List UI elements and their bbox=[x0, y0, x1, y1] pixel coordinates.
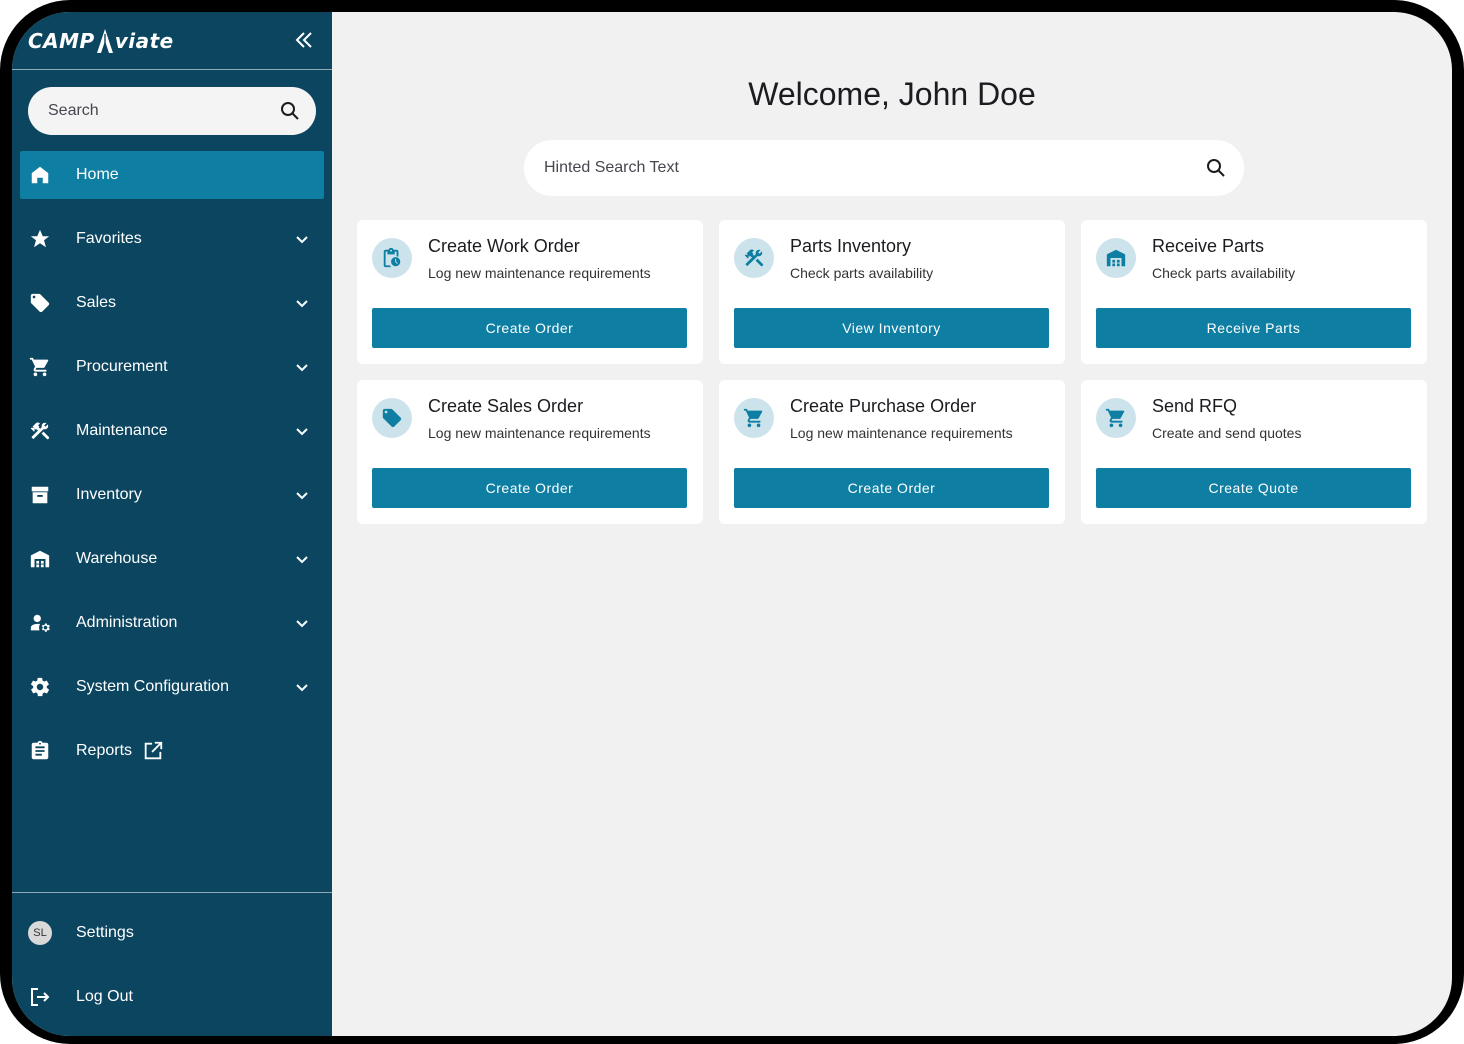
receive-parts-button[interactable]: Receive Parts bbox=[1096, 308, 1411, 348]
create-purchase-order-button[interactable]: Create Order bbox=[734, 468, 1049, 508]
chevron-down-icon[interactable] bbox=[290, 675, 314, 699]
settings-button[interactable]: SL Settings bbox=[20, 909, 324, 957]
main-content: Welcome, John Doe Hinted Search Text Cre… bbox=[332, 12, 1452, 1036]
sidebar-item-label: Maintenance bbox=[76, 422, 168, 439]
clipboard-icon bbox=[28, 739, 52, 763]
card-receive-parts: Receive Parts Check parts availability R… bbox=[1081, 220, 1427, 364]
chevron-down-icon[interactable] bbox=[290, 547, 314, 571]
card-subtitle: Create and send quotes bbox=[1152, 425, 1302, 441]
page-title: Welcome, John Doe bbox=[748, 76, 1036, 112]
card-subtitle: Log new maintenance requirements bbox=[428, 425, 651, 441]
card-create-purchase-order: Create Purchase Order Log new maintenanc… bbox=[719, 380, 1065, 524]
sidebar-item-label: System Configuration bbox=[76, 678, 229, 695]
screen: CAMP viate Search Home Favorites Sales P… bbox=[12, 12, 1452, 1036]
logout-button[interactable]: Log Out bbox=[20, 973, 324, 1021]
tools-icon bbox=[734, 238, 774, 278]
logo-text-left: CAMP bbox=[28, 29, 95, 53]
tools-icon bbox=[28, 419, 52, 443]
card-parts-inventory: Parts Inventory Check parts availability… bbox=[719, 220, 1065, 364]
logout-label: Log Out bbox=[76, 988, 133, 1005]
chevron-down-icon[interactable] bbox=[290, 291, 314, 315]
cart-icon bbox=[734, 398, 774, 438]
main-search-input[interactable]: Hinted Search Text bbox=[524, 140, 1244, 196]
sidebar-item-system-configuration[interactable]: System Configuration bbox=[20, 663, 324, 711]
tag-icon bbox=[372, 398, 412, 438]
card-subtitle: Log new maintenance requirements bbox=[790, 425, 1013, 441]
sidebar-item-maintenance[interactable]: Maintenance bbox=[20, 407, 324, 455]
sidebar-item-label: Administration bbox=[76, 614, 178, 631]
sidebar-item-inventory[interactable]: Inventory bbox=[20, 471, 324, 519]
sidebar-item-label: Inventory bbox=[76, 486, 142, 503]
sidebar-item-home[interactable]: Home bbox=[20, 151, 324, 199]
sidebar-item-warehouse[interactable]: Warehouse bbox=[20, 535, 324, 583]
view-inventory-button[interactable]: View Inventory bbox=[734, 308, 1049, 348]
create-work-order-button[interactable]: Create Order bbox=[372, 308, 687, 348]
card-subtitle: Log new maintenance requirements bbox=[428, 265, 651, 281]
sidebar-item-sales[interactable]: Sales bbox=[20, 279, 324, 327]
main-search-placeholder: Hinted Search Text bbox=[544, 159, 679, 176]
collapse-sidebar-icon[interactable] bbox=[292, 28, 316, 52]
chevron-down-icon[interactable] bbox=[290, 483, 314, 507]
card-subtitle: Check parts availability bbox=[1152, 265, 1296, 281]
logo-mark-icon bbox=[96, 29, 113, 53]
sidebar-item-reports[interactable]: Reports bbox=[20, 727, 324, 775]
device-frame: CAMP viate Search Home Favorites Sales P… bbox=[0, 0, 1464, 1044]
sidebar: CAMP viate Search Home Favorites Sales P… bbox=[12, 12, 332, 1036]
card-subtitle: Check parts availability bbox=[790, 265, 934, 281]
sidebar-item-procurement[interactable]: Procurement bbox=[20, 343, 324, 391]
chevron-down-icon[interactable] bbox=[290, 611, 314, 635]
star-icon bbox=[28, 227, 52, 251]
card-title: Create Purchase Order bbox=[790, 396, 977, 416]
logout-icon bbox=[31, 988, 50, 1006]
search-icon[interactable] bbox=[1204, 156, 1228, 180]
gear-icon bbox=[28, 675, 52, 699]
settings-label: Settings bbox=[76, 924, 134, 941]
sidebar-item-administration[interactable]: Administration bbox=[20, 599, 324, 647]
brand-bar: CAMP viate bbox=[12, 12, 332, 70]
sidebar-item-favorites[interactable]: Favorites bbox=[20, 215, 324, 263]
sidebar-footer: SL Settings Log Out bbox=[12, 892, 332, 1036]
card-title: Send RFQ bbox=[1152, 396, 1238, 416]
cart-icon bbox=[1096, 398, 1136, 438]
sidebar-item-label: Reports bbox=[76, 742, 133, 759]
warehouse-icon bbox=[28, 547, 52, 571]
sidebar-item-label: Home bbox=[76, 166, 119, 183]
card-title: Parts Inventory bbox=[790, 236, 912, 256]
search-icon[interactable] bbox=[278, 99, 302, 123]
avatar: SL bbox=[28, 921, 52, 945]
warehouse-icon bbox=[1096, 238, 1136, 278]
card-create-work-order: Create Work Order Log new maintenance re… bbox=[357, 220, 703, 364]
external-link-icon[interactable] bbox=[142, 740, 164, 762]
sidebar-item-label: Warehouse bbox=[76, 550, 158, 567]
tag-icon bbox=[28, 291, 52, 315]
home-icon bbox=[28, 163, 52, 187]
chevron-down-icon[interactable] bbox=[290, 227, 314, 251]
card-send-rfq: Send RFQ Create and send quotes Create Q… bbox=[1081, 380, 1427, 524]
sidebar-search-input[interactable]: Search bbox=[28, 87, 316, 135]
sidebar-item-label: Sales bbox=[76, 294, 117, 311]
create-sales-order-button[interactable]: Create Order bbox=[372, 468, 687, 508]
create-quote-button[interactable]: Create Quote bbox=[1096, 468, 1411, 508]
admin-icon bbox=[28, 611, 52, 635]
app-logo: CAMP viate bbox=[28, 26, 174, 56]
chevron-down-icon[interactable] bbox=[290, 355, 314, 379]
clipboard-clock-icon bbox=[372, 238, 412, 278]
sidebar-search-placeholder: Search bbox=[48, 102, 99, 119]
sidebar-item-label: Procurement bbox=[76, 358, 168, 375]
logo-text-right: viate bbox=[114, 29, 174, 53]
card-title: Receive Parts bbox=[1152, 236, 1265, 256]
card-create-sales-order: Create Sales Order Log new maintenance r… bbox=[357, 380, 703, 524]
chevron-down-icon[interactable] bbox=[290, 419, 314, 443]
cart-icon bbox=[28, 355, 52, 379]
card-title: Create Work Order bbox=[428, 236, 580, 256]
sidebar-item-label: Favorites bbox=[76, 230, 142, 247]
card-title: Create Sales Order bbox=[428, 396, 584, 416]
archive-icon bbox=[28, 483, 52, 507]
